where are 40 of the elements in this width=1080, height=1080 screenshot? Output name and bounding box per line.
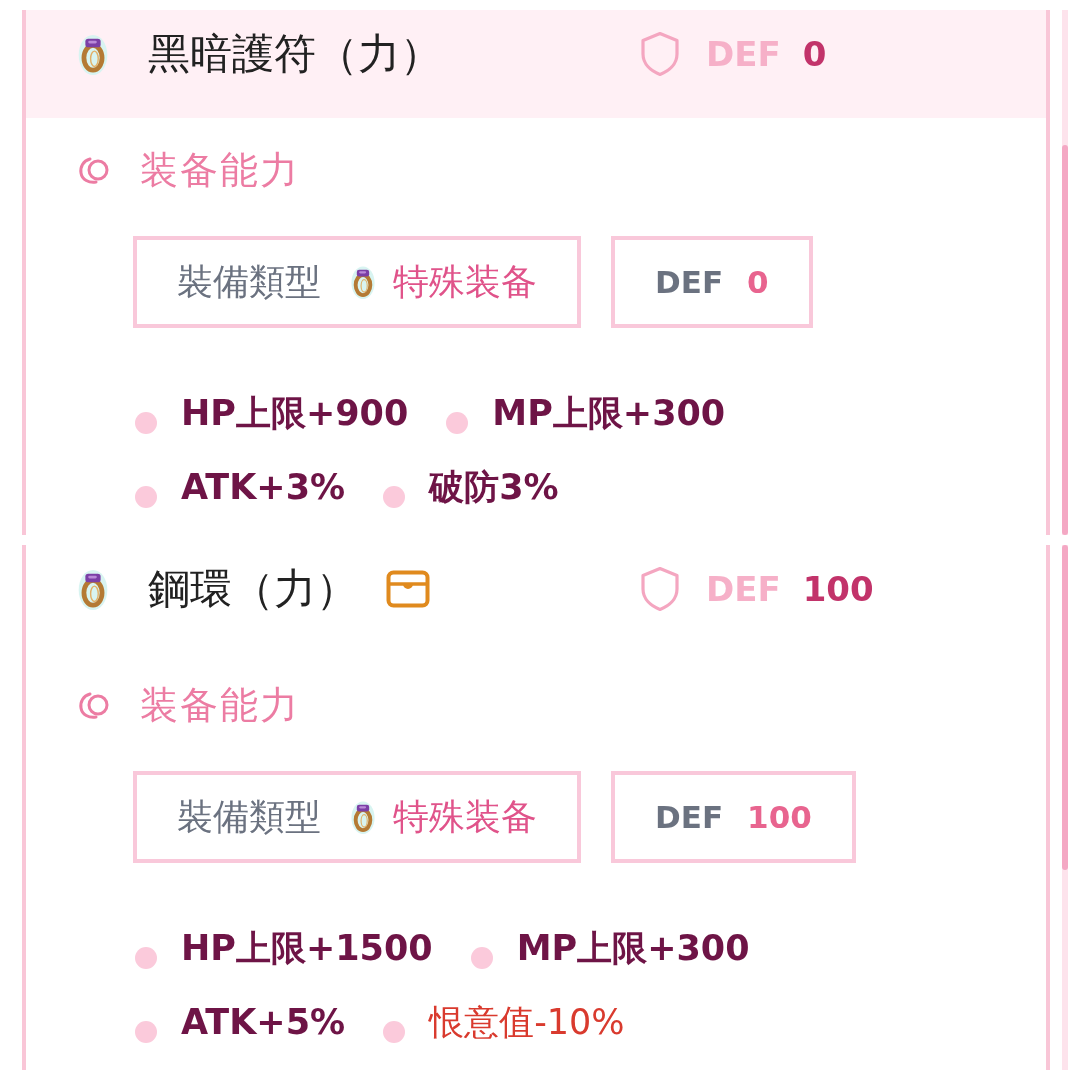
scrollbar-thumb[interactable] xyxy=(1062,545,1068,870)
item-title: 黑暗護符（力） xyxy=(148,28,442,80)
stat-text: ATK+5% xyxy=(181,1002,346,1042)
bullet-icon xyxy=(135,486,157,508)
stat-text: MP上限+300 xyxy=(516,926,750,970)
type-value: 特殊装备 xyxy=(393,259,537,304)
type-value: 特殊装备 xyxy=(393,794,537,839)
bullet-icon xyxy=(470,947,493,969)
stat-text: HP上限+900 xyxy=(181,391,409,435)
stat-text: ATK+3% xyxy=(181,467,346,507)
type-label: 裝備類型 xyxy=(177,794,321,839)
shield-icon xyxy=(640,31,680,77)
bullet-icon xyxy=(135,1021,157,1043)
shield-icon xyxy=(640,566,680,612)
def-label: DEF xyxy=(655,264,724,300)
stat-text: 破防3% xyxy=(429,465,559,509)
def-value: 100 xyxy=(802,569,874,609)
ring-icon xyxy=(351,800,375,834)
bullet-icon xyxy=(135,412,157,434)
section-title: 装备能力 xyxy=(140,146,300,194)
bullet-icon xyxy=(383,486,406,508)
def-label: DEF xyxy=(706,569,781,609)
def-value: 100 xyxy=(747,799,812,835)
ring-icon xyxy=(351,265,375,299)
bullet-icon xyxy=(135,947,157,969)
stat-text: 恨意值-10% xyxy=(429,1000,625,1044)
def-value: 0 xyxy=(747,264,769,300)
def-value: 0 xyxy=(802,34,827,74)
ring-icon xyxy=(78,568,108,610)
stat-text: MP上限+300 xyxy=(492,391,726,435)
ring-icon xyxy=(78,33,108,75)
stat-text: HP上限+1500 xyxy=(181,926,433,970)
def-label: DEF xyxy=(706,34,781,74)
bullet-icon xyxy=(446,412,469,434)
item-title: 鋼環（力） xyxy=(148,563,358,615)
type-label: 裝備類型 xyxy=(177,259,321,304)
section-title: 装备能力 xyxy=(140,681,300,729)
bullet-icon xyxy=(383,1021,406,1043)
def-label: DEF xyxy=(655,799,724,835)
scrollbar-thumb[interactable] xyxy=(1062,145,1068,535)
